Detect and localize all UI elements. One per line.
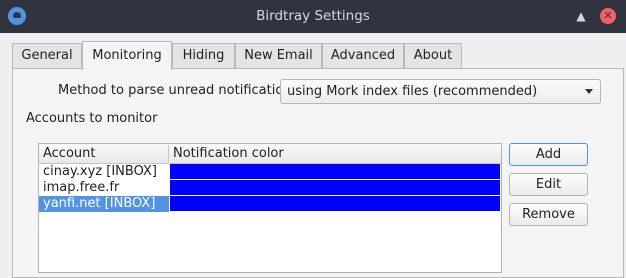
method-label: Method to parse unread notifications:: [58, 83, 303, 98]
tab-advanced[interactable]: Advanced: [322, 43, 404, 68]
table-row[interactable]: cinay.xyz [INBOX]: [39, 164, 501, 180]
account-name: imap.free.fr [INBOX]: [43, 180, 120, 211]
title-bar: Birdtray Settings ▲ ✕: [0, 0, 626, 33]
accounts-table[interactable]: Account Notification color cinay.xyz [IN…: [38, 143, 502, 273]
remove-button[interactable]: Remove: [509, 203, 588, 226]
table-row[interactable]: imap.free.fr [INBOX]: [39, 180, 501, 211]
account-name: yanfi.net [INBOX]: [39, 196, 169, 212]
table-header: Account Notification color: [39, 144, 501, 164]
maximize-icon[interactable]: ▲: [573, 8, 589, 24]
table-row-selected[interactable]: yanfi.net [INBOX]: [39, 196, 501, 212]
color-swatch[interactable]: [170, 180, 500, 195]
accounts-label: Accounts to monitor: [26, 111, 158, 126]
color-swatch[interactable]: [170, 196, 500, 211]
window-title: Birdtray Settings: [256, 8, 370, 24]
tab-about[interactable]: About: [404, 43, 462, 68]
method-select[interactable]: using Mork index files (recommended): [280, 79, 601, 104]
add-button[interactable]: Add: [509, 143, 588, 166]
tab-monitoring[interactable]: Monitoring: [82, 41, 172, 70]
chevron-down-icon: [585, 89, 593, 94]
tab-hiding[interactable]: Hiding: [172, 43, 235, 68]
column-header-account[interactable]: Account: [39, 145, 169, 162]
tab-new-email[interactable]: New Email: [235, 43, 322, 68]
method-select-value: using Mork index files (recommended): [287, 84, 538, 99]
close-icon[interactable]: ✕: [600, 8, 616, 24]
edit-button[interactable]: Edit: [509, 173, 588, 196]
color-swatch[interactable]: [170, 164, 500, 179]
account-name: cinay.xyz [INBOX]: [43, 164, 157, 179]
column-header-notification-color[interactable]: Notification color: [169, 145, 501, 162]
tab-general[interactable]: General: [12, 43, 82, 68]
